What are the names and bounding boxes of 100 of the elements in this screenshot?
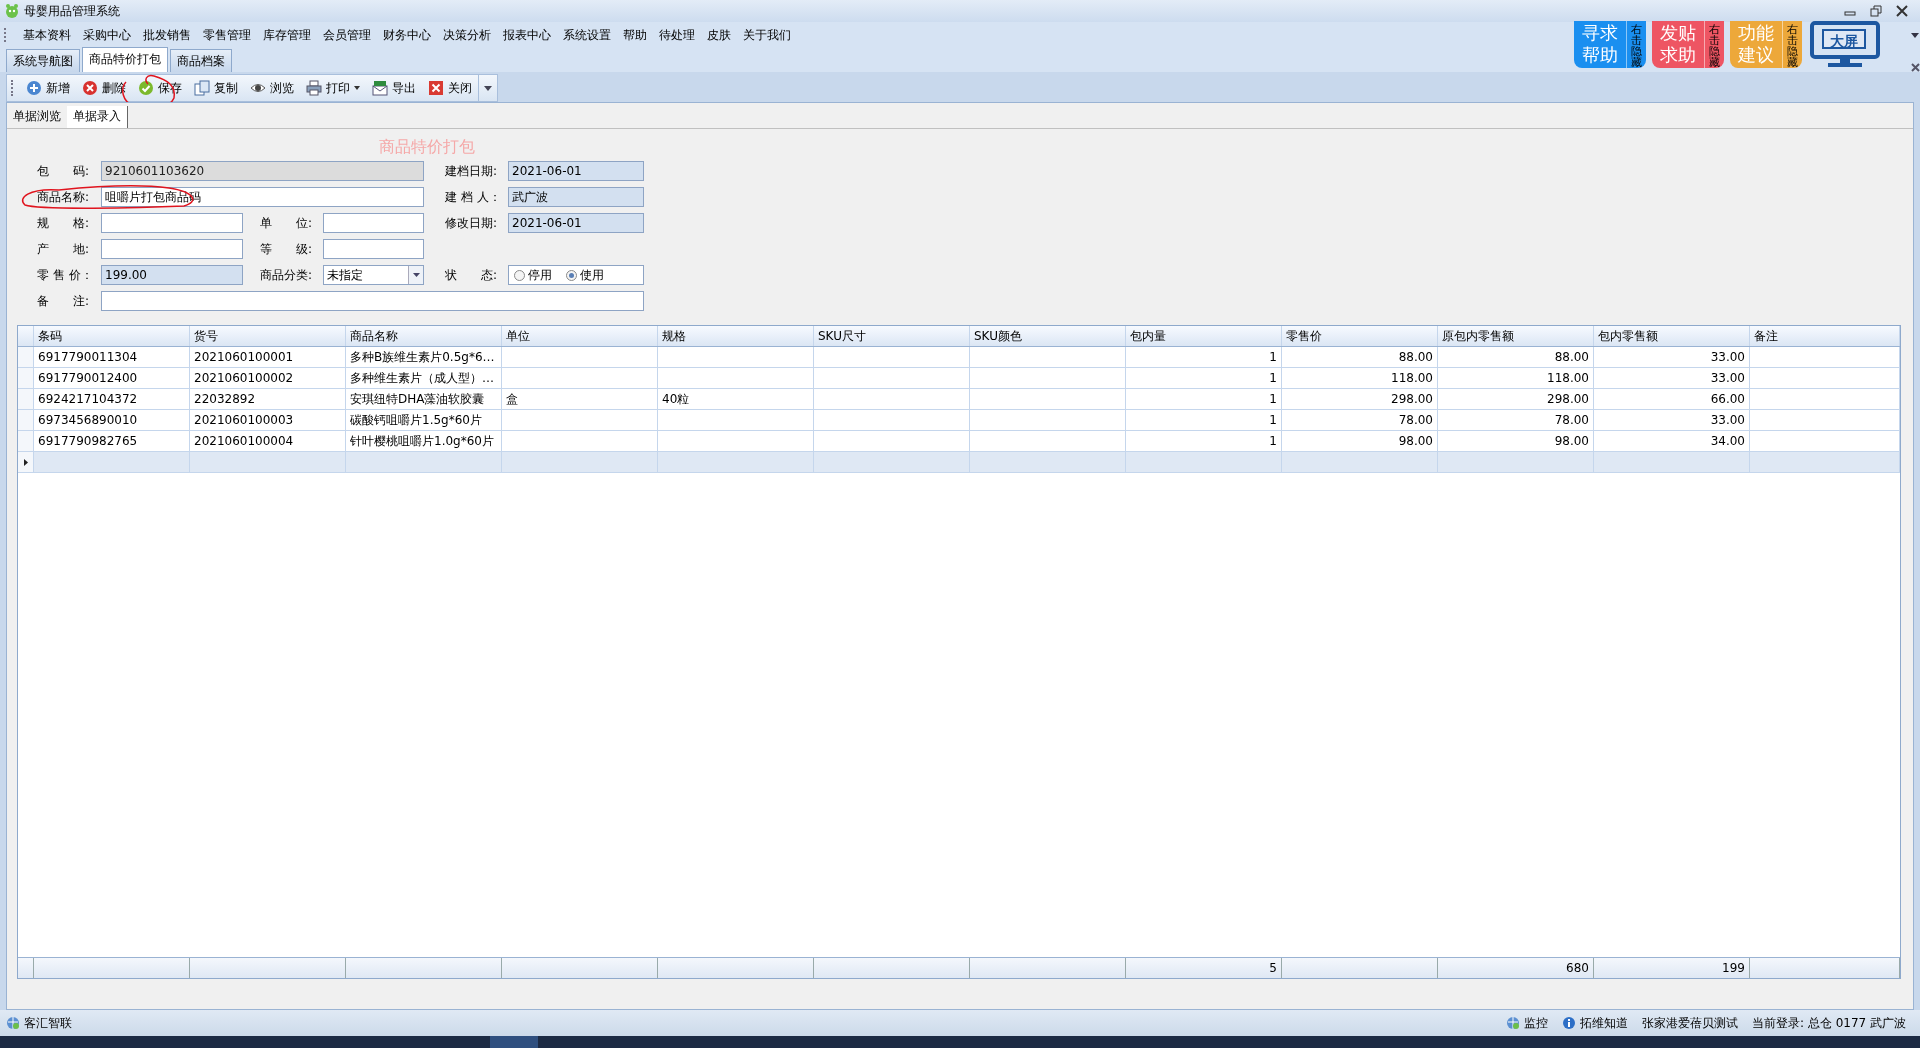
close-button[interactable]: 关闭 (422, 77, 478, 99)
tab[interactable]: 商品档案 (170, 49, 232, 72)
tile-label: 寻求帮助 (1581, 21, 1619, 67)
overflow-caret-icon[interactable] (1910, 31, 1920, 39)
column-header[interactable]: 规格 (658, 326, 814, 346)
menu-item[interactable]: 基本资料 (17, 26, 77, 44)
column-header[interactable]: 零售价 (1282, 326, 1438, 346)
table-cell: 2021060100004 (190, 431, 346, 451)
menu-item[interactable]: 财务中心 (377, 26, 437, 44)
table-cell: 6924217104372 (34, 389, 190, 409)
column-header[interactable]: 备注 (1750, 326, 1900, 346)
copy-button[interactable]: 复制 (188, 77, 244, 99)
menu-item[interactable]: 待处理 (653, 26, 701, 44)
column-header[interactable]: 包内量 (1126, 326, 1282, 346)
quick-help-tile[interactable]: 功能建议 右击隐藏 (1730, 21, 1802, 68)
column-header[interactable]: SKU尺寸 (814, 326, 970, 346)
table-cell: 2021060100002 (190, 368, 346, 388)
column-header[interactable]: 货号 (190, 326, 346, 346)
info-icon (1561, 1016, 1576, 1030)
print-button[interactable]: 打印 (300, 77, 366, 99)
row-selector[interactable] (18, 452, 34, 472)
input-field[interactable] (101, 291, 644, 311)
column-header[interactable]: SKU颜色 (970, 326, 1126, 346)
menu-item[interactable]: 报表中心 (497, 26, 557, 44)
input-field[interactable] (323, 213, 424, 233)
input-field[interactable]: 2021-06-01 (508, 161, 644, 181)
table-cell: 88.00 (1438, 347, 1594, 367)
input-field[interactable]: 9210601103620 (101, 161, 424, 181)
column-header[interactable]: 原包内零售额 (1438, 326, 1594, 346)
quick-help-tile[interactable]: 寻求帮助 右击隐藏 (1574, 21, 1646, 68)
table-cell: 98.00 (1438, 431, 1594, 451)
view-button[interactable]: 浏览 (244, 77, 300, 99)
input-field[interactable]: 武广波 (508, 187, 644, 207)
close-tab-icon[interactable] (1911, 63, 1920, 72)
table-cell: 118.00 (1438, 368, 1594, 388)
big-screen-button[interactable]: 大屏 (1822, 29, 1866, 49)
field-label: 等 级: (260, 240, 314, 258)
input-field[interactable]: 199.00 (101, 265, 243, 285)
column-header[interactable]: 包内零售额 (1594, 326, 1750, 346)
subtab[interactable]: 单据录入 (67, 106, 128, 128)
menu-item[interactable]: 批发销售 (137, 26, 197, 44)
table-cell: 6917790011304 (34, 347, 190, 367)
category-dropdown[interactable]: 未指定 (323, 265, 424, 285)
table-cell: 1 (1126, 431, 1282, 451)
print-icon (306, 80, 322, 96)
radio-option[interactable]: 使用 (566, 266, 604, 284)
tab[interactable]: 系统导航图 (6, 49, 80, 72)
menu-item[interactable]: 库存管理 (257, 26, 317, 44)
status-text: 拓维知道 (1579, 1014, 1628, 1032)
menu-item[interactable]: 系统设置 (557, 26, 617, 44)
table-cell: 33.00 (1594, 410, 1750, 430)
menu-item[interactable]: 决策分析 (437, 26, 497, 44)
column-header[interactable]: 条码 (34, 326, 190, 346)
close-icon (428, 80, 444, 96)
tab[interactable]: 商品特价打包 (82, 47, 168, 72)
export-button[interactable]: 导出 (366, 77, 422, 99)
tile-label: 功能建议 (1737, 21, 1775, 67)
globe-icon (6, 1016, 20, 1030)
menu-item[interactable]: 帮助 (617, 26, 653, 44)
column-header[interactable]: 单位 (502, 326, 658, 346)
input-field[interactable]: 2021-06-01 (508, 213, 644, 233)
copy-icon (194, 80, 210, 96)
table-cell: 6917790982765 (34, 431, 190, 451)
field-label: 单 位: (260, 214, 314, 232)
field-label: 商品分类: (260, 266, 314, 284)
add-button[interactable]: 新增 (20, 77, 76, 99)
table-cell: 1 (1126, 389, 1282, 409)
delete-icon (82, 80, 98, 96)
input-field[interactable] (323, 239, 424, 259)
menu-item[interactable]: 关于我们 (737, 26, 797, 44)
subtab[interactable]: 单据浏览 (7, 106, 67, 128)
table-cell: 安琪纽特DHA藻油软胶囊 (346, 389, 502, 409)
column-header[interactable]: 商品名称 (346, 326, 502, 346)
input-field[interactable] (101, 239, 243, 259)
input-field[interactable] (101, 213, 243, 233)
menu-item[interactable]: 零售管理 (197, 26, 257, 44)
table-cell: 33.00 (1594, 368, 1750, 388)
table-cell: 1 (1126, 410, 1282, 430)
table-cell: 多种B族维生素片0.5g*6… (346, 347, 502, 367)
total-cell: 680 (1438, 958, 1594, 978)
table-cell: 298.00 (1438, 389, 1594, 409)
close-icon[interactable] (1896, 5, 1908, 17)
field-label: 建 档 人： (445, 188, 502, 206)
menu-item[interactable]: 皮肤 (701, 26, 737, 44)
status-text: 客汇智联 (24, 1014, 72, 1032)
menu-item[interactable]: 会员管理 (317, 26, 377, 44)
tile-hide-hint: 右击隐藏 (1782, 21, 1802, 68)
table-cell: 2021060100003 (190, 410, 346, 430)
table-cell: 34.00 (1594, 431, 1750, 451)
quick-help-tile[interactable]: 发贴求助 右击隐藏 (1652, 21, 1724, 68)
row-pointer-icon (23, 458, 28, 466)
toolbar-overflow-icon[interactable] (483, 84, 493, 92)
table-cell: 多种维生素片（成人型）… (346, 368, 502, 388)
table-cell: 40粒 (658, 389, 814, 409)
tile-hide-hint: 右击隐藏 (1626, 21, 1646, 68)
restore-icon[interactable] (1870, 5, 1882, 17)
menu-item[interactable]: 采购中心 (77, 26, 137, 44)
table-cell: 针叶樱桃咀嚼片1.0g*60片 (346, 431, 502, 451)
radio-option[interactable]: 停用 (514, 266, 552, 284)
export-icon (372, 80, 388, 96)
